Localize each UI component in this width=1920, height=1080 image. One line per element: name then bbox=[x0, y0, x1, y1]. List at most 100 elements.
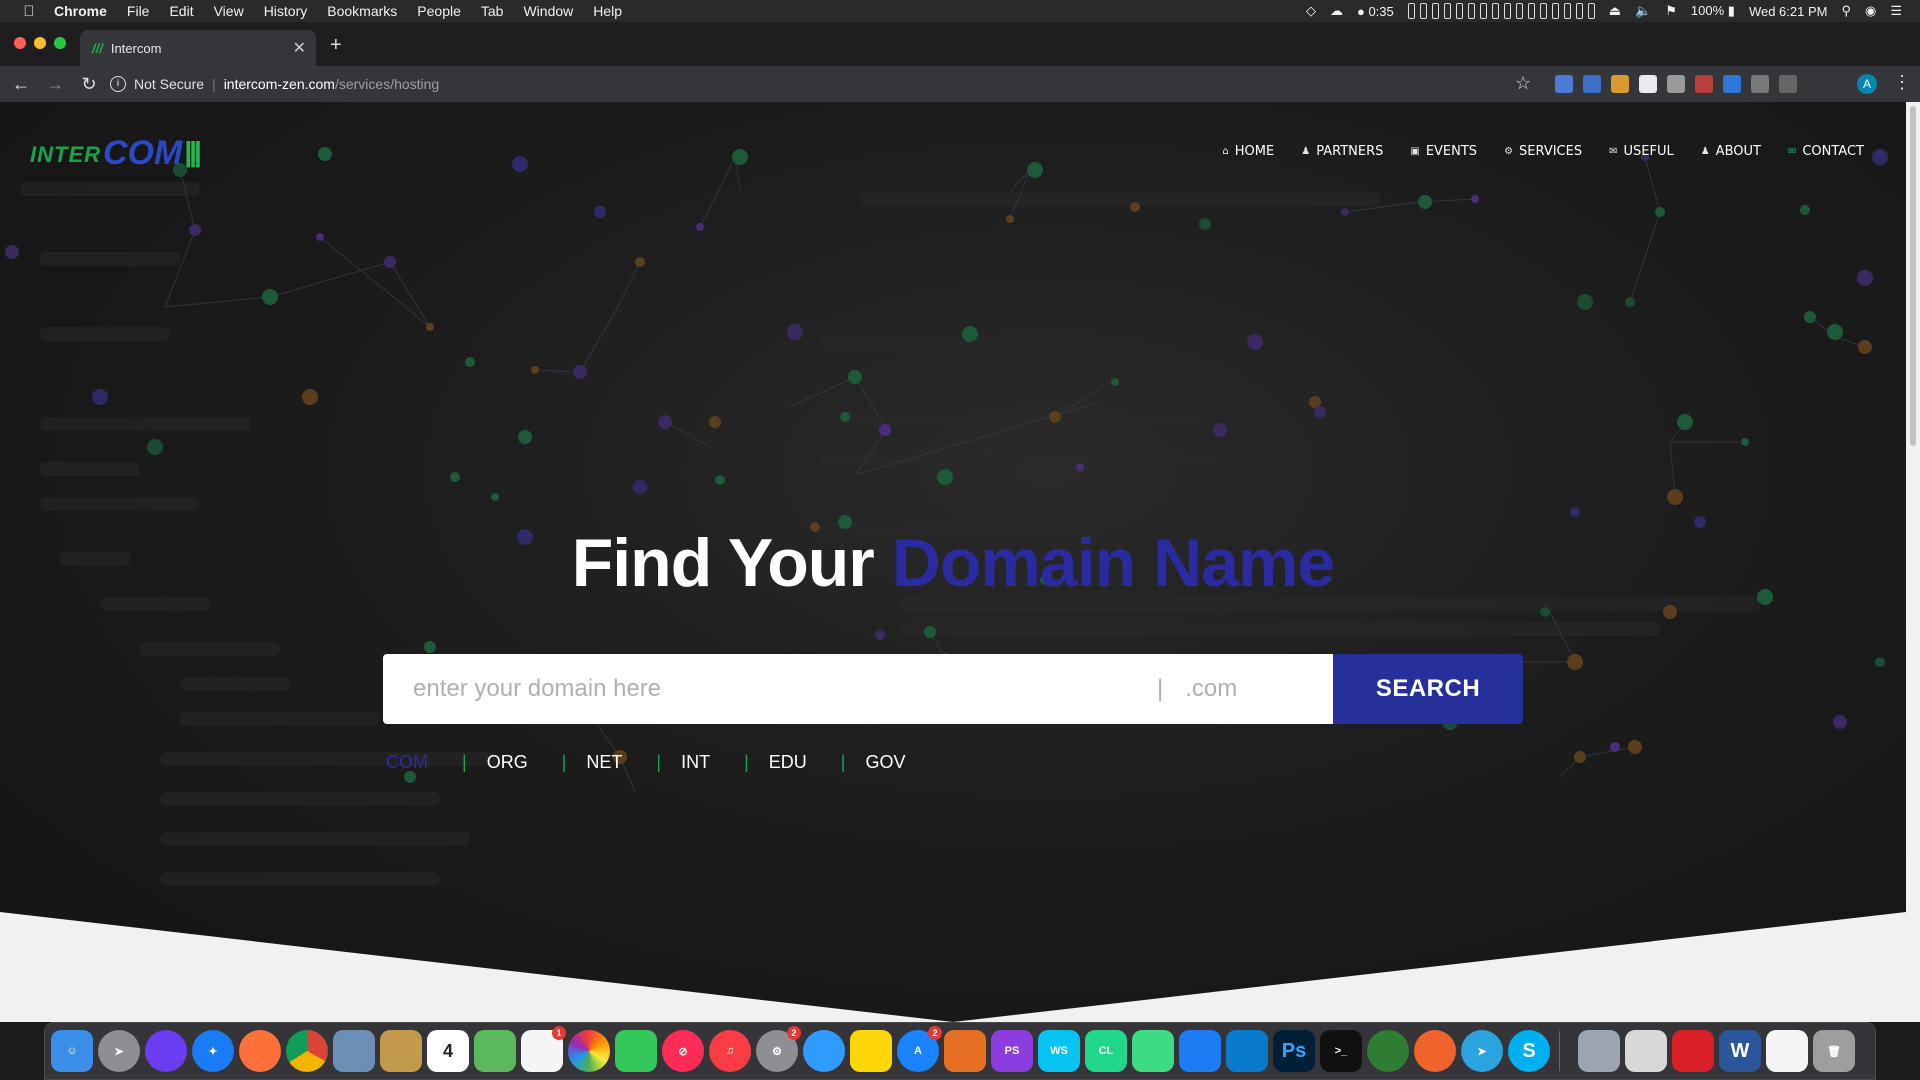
dock-swift-playgrounds[interactable] bbox=[1414, 1030, 1456, 1072]
info-icon[interactable]: i bbox=[110, 76, 126, 92]
dock-system-preferences[interactable]: ⚙ 2 bbox=[756, 1026, 801, 1072]
save-extension-icon[interactable] bbox=[1583, 75, 1601, 93]
dock-reminders[interactable]: 1 bbox=[521, 1026, 566, 1072]
bookmark-star-icon[interactable]: ☆ bbox=[1515, 73, 1531, 94]
dock-siri[interactable] bbox=[145, 1030, 187, 1072]
cloud-icon[interactable]: ☁ bbox=[1330, 3, 1343, 19]
menu-view[interactable]: View bbox=[214, 3, 244, 19]
menu-tab[interactable]: Tab bbox=[481, 3, 504, 19]
menu-people[interactable]: People bbox=[417, 3, 461, 19]
nav-about[interactable]: ♟ ABOUT bbox=[1701, 144, 1761, 159]
cookie-extension-icon[interactable] bbox=[1611, 75, 1629, 93]
tld-org[interactable]: ORG bbox=[487, 752, 562, 773]
flag-icon[interactable]: ⚑ bbox=[1665, 3, 1677, 19]
dock-terminal[interactable]: >_ bbox=[1320, 1030, 1362, 1072]
window-minimize-button[interactable] bbox=[34, 37, 46, 49]
dock-music[interactable]: ♫ bbox=[709, 1030, 751, 1072]
nav-events[interactable]: ▣ EVENTS bbox=[1410, 144, 1477, 159]
location-extension-icon[interactable] bbox=[1751, 75, 1769, 93]
dock-xcode[interactable] bbox=[1179, 1030, 1221, 1072]
flag-extension-icon[interactable] bbox=[1639, 75, 1657, 93]
dock-creative-cloud[interactable] bbox=[1672, 1030, 1714, 1072]
dock-webstorm[interactable]: WS bbox=[1038, 1030, 1080, 1072]
siri-icon[interactable]: ◉ bbox=[1865, 3, 1876, 19]
dock-app-store[interactable]: A2 bbox=[897, 1026, 942, 1072]
back-arrow-icon[interactable]: ← bbox=[8, 74, 34, 95]
us-flag-extension-icon[interactable] bbox=[1695, 75, 1713, 93]
address-bar[interactable]: i Not Secure | intercom-zen.com/services… bbox=[110, 71, 1570, 97]
domain-search-input[interactable] bbox=[413, 675, 1133, 703]
profile-avatar[interactable]: A bbox=[1857, 74, 1877, 94]
battery-status[interactable]: 100% ▮ bbox=[1691, 3, 1735, 19]
menu-app-name[interactable]: Chrome bbox=[54, 3, 107, 19]
dock-virus-scanner[interactable] bbox=[1367, 1030, 1409, 1072]
dock-safari[interactable]: ✦ bbox=[192, 1030, 234, 1072]
dock-word[interactable]: W bbox=[1719, 1030, 1761, 1072]
dock-textedit[interactable] bbox=[1625, 1030, 1667, 1072]
nav-home[interactable]: ⌂ HOME bbox=[1222, 144, 1274, 159]
security-status[interactable]: Not Secure bbox=[134, 76, 204, 92]
timer-status[interactable]: ● 0:35 bbox=[1357, 4, 1394, 19]
new-tab-button[interactable]: + bbox=[330, 34, 342, 57]
dock-photos[interactable] bbox=[568, 1030, 610, 1072]
chrome-menu-icon[interactable]: ⋮ bbox=[1893, 72, 1911, 93]
dock-screenshot-tool[interactable] bbox=[1578, 1030, 1620, 1072]
dock-finder[interactable]: ☺ bbox=[51, 1030, 93, 1072]
dock-calendar[interactable]: 4 bbox=[427, 1030, 469, 1072]
window-zoom-button[interactable] bbox=[54, 37, 66, 49]
dock-firefox[interactable] bbox=[239, 1030, 281, 1072]
dock-skype[interactable]: S bbox=[1508, 1030, 1550, 1072]
workspace-indicator[interactable] bbox=[1407, 3, 1595, 19]
dock-photoshop[interactable]: Ps bbox=[1273, 1030, 1315, 1072]
tld-net[interactable]: NET bbox=[586, 752, 656, 773]
clock-text[interactable]: Wed 6:21 PM bbox=[1749, 4, 1828, 19]
menu-file[interactable]: File bbox=[127, 3, 150, 19]
site-logo[interactable]: INTER COM ||| bbox=[30, 136, 202, 170]
dock-launchpad[interactable]: ➤ bbox=[98, 1030, 140, 1072]
menu-help[interactable]: Help bbox=[593, 3, 622, 19]
dock-telegram[interactable]: ➤ bbox=[1461, 1030, 1503, 1072]
nav-services[interactable]: ⚙ SERVICES bbox=[1504, 144, 1582, 159]
tld-suffix[interactable]: .com bbox=[1185, 675, 1237, 703]
tld-com[interactable]: COM bbox=[386, 752, 462, 773]
tld-int[interactable]: INT bbox=[681, 752, 744, 773]
page-scrollbar[interactable] bbox=[1906, 102, 1920, 1022]
dropbox-icon[interactable]: ◇ bbox=[1306, 3, 1316, 19]
dock-android-studio[interactable] bbox=[1132, 1030, 1174, 1072]
nav-useful[interactable]: ✉ USEFUL bbox=[1609, 144, 1674, 159]
apple-icon[interactable]:  bbox=[18, 3, 40, 20]
dock-matlab[interactable] bbox=[944, 1030, 986, 1072]
nav-partners[interactable]: ♟ PARTNERS bbox=[1301, 144, 1383, 159]
eject-icon[interactable]: ⏏ bbox=[1609, 3, 1621, 19]
menu-window[interactable]: Window bbox=[523, 3, 573, 19]
tld-edu[interactable]: EDU bbox=[769, 752, 841, 773]
dock-notes[interactable] bbox=[850, 1030, 892, 1072]
dock-maps[interactable] bbox=[474, 1030, 516, 1072]
stack-extension-icon[interactable] bbox=[1723, 75, 1741, 93]
dock-clion[interactable]: CL bbox=[1085, 1030, 1127, 1072]
code-extension-icon[interactable] bbox=[1779, 75, 1797, 93]
dock-messages[interactable] bbox=[803, 1030, 845, 1072]
dock-preview[interactable] bbox=[333, 1030, 375, 1072]
tab-close-icon[interactable]: ✕ bbox=[293, 38, 306, 58]
dock-notes-folder[interactable] bbox=[380, 1030, 422, 1072]
window-close-button[interactable] bbox=[14, 37, 26, 49]
spotlight-search-icon[interactable]: ⚲ bbox=[1841, 3, 1851, 19]
dock-facetime[interactable] bbox=[615, 1030, 657, 1072]
dock-document[interactable] bbox=[1766, 1030, 1808, 1072]
notification-center-icon[interactable]: ☰ bbox=[1890, 3, 1902, 19]
search-button[interactable]: SEARCH bbox=[1333, 654, 1523, 724]
nav-contact[interactable]: ✉ CONTACT bbox=[1788, 144, 1864, 159]
chat-extension-icon[interactable] bbox=[1667, 75, 1685, 93]
menu-edit[interactable]: Edit bbox=[169, 3, 193, 19]
menu-bookmarks[interactable]: Bookmarks bbox=[327, 3, 397, 19]
dock-chrome[interactable] bbox=[286, 1030, 328, 1072]
reload-icon[interactable]: ↻ bbox=[76, 74, 102, 95]
dock-trash[interactable]: 🗑 bbox=[1813, 1030, 1855, 1072]
tld-gov[interactable]: GOV bbox=[865, 752, 939, 773]
dock-news[interactable]: ⊘ bbox=[662, 1030, 704, 1072]
volume-icon[interactable]: 🔈 bbox=[1635, 3, 1651, 19]
menu-history[interactable]: History bbox=[264, 3, 308, 19]
forward-arrow-icon[interactable]: → bbox=[42, 74, 68, 95]
scrollbar-thumb[interactable] bbox=[1910, 106, 1916, 446]
